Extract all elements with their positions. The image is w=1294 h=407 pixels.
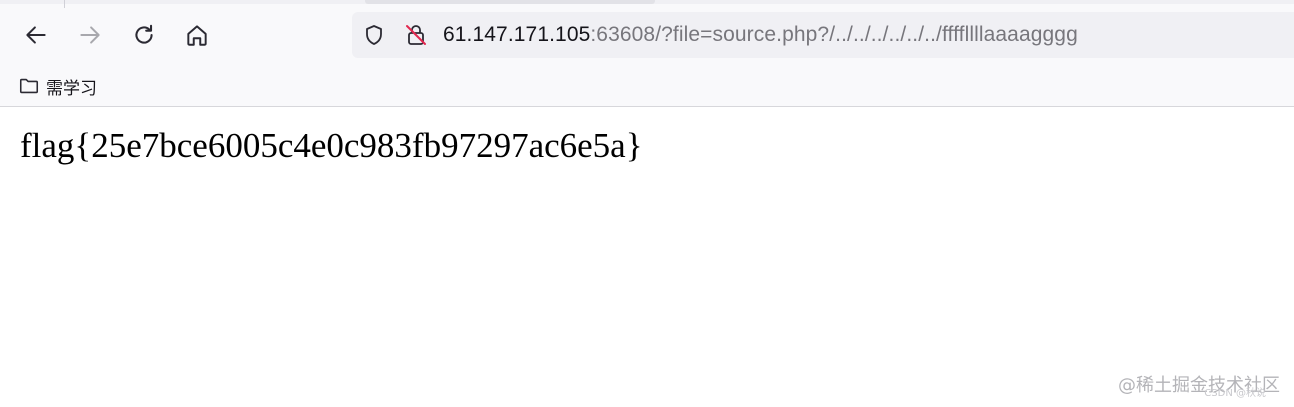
watermark-sub: CSDN @秋说	[1204, 388, 1266, 399]
bookmark-folder-label: 需学习	[46, 78, 97, 99]
url-text[interactable]: 61.147.171.105:63608/?file=source.php?/.…	[443, 12, 1078, 58]
url-bar[interactable]: 61.147.171.105:63608/?file=source.php?/.…	[352, 12, 1294, 58]
browser-toolbar: 61.147.171.105:63608/?file=source.php?/.…	[0, 0, 1294, 66]
home-button[interactable]	[181, 19, 213, 51]
reload-button[interactable]	[128, 19, 160, 51]
insecure-lock-icon[interactable]	[404, 23, 428, 47]
page-content: flag{25e7bce6005c4e0c983fb97297ac6e5a} @…	[0, 107, 1294, 407]
flag-text: flag{25e7bce6005c4e0c983fb97297ac6e5a}	[20, 126, 643, 165]
folder-icon	[19, 78, 39, 94]
arrow-right-icon	[80, 26, 100, 44]
url-host: 61.147.171.105	[443, 23, 591, 46]
home-icon	[187, 25, 207, 46]
tracking-protection-shield-icon[interactable]	[362, 23, 386, 47]
tab-strip-edge	[0, 0, 1294, 8]
tab-separator	[64, 0, 65, 8]
bookmarks-toolbar: 需学习	[0, 66, 1294, 107]
back-button[interactable]	[20, 19, 52, 51]
forward-button[interactable]	[74, 19, 106, 51]
url-path: :63608/?file=source.php?/../../../../../…	[590, 23, 1078, 46]
arrow-left-icon	[26, 26, 46, 44]
reload-icon	[135, 24, 153, 44]
active-tab-edge[interactable]	[365, 0, 655, 4]
bookmark-folder[interactable]: 需学习	[18, 72, 97, 100]
